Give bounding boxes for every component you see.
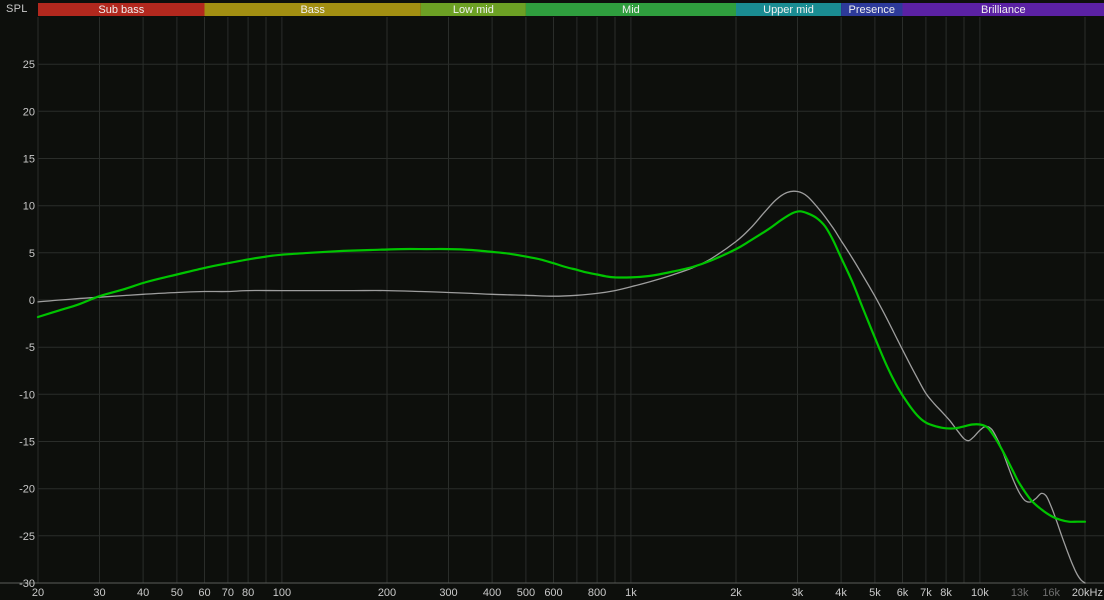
x-tick-label: 30 (93, 587, 105, 599)
x-tick-label: 80 (242, 587, 254, 599)
x-tick-label: 200 (378, 587, 396, 599)
x-tick-label: 3k (792, 587, 804, 599)
x-tick-label: 50 (171, 587, 183, 599)
y-tick-label: 25 (23, 59, 35, 71)
x-tick-label: 70 (222, 587, 234, 599)
band-label-bass: Bass (300, 4, 325, 16)
x-tick-label: 500 (517, 587, 535, 599)
x-tick-label: 16k (1042, 587, 1060, 599)
x-tick-label: 7k (920, 587, 932, 599)
x-tick-label: 20kHz (1072, 587, 1103, 599)
y-tick-label: 20 (23, 106, 35, 118)
band-label-presence: Presence (849, 4, 895, 16)
x-tick-label: 4k (835, 587, 847, 599)
x-tick-label: 13k (1011, 587, 1029, 599)
x-tick-label: 2k (730, 587, 742, 599)
y-tick-label: -15 (19, 437, 35, 449)
x-tick-label: 600 (544, 587, 562, 599)
x-tick-label: 60 (198, 587, 210, 599)
y-tick-label: 10 (23, 201, 35, 213)
band-label-upper-mid: Upper mid (763, 4, 814, 16)
y-tick-label: -5 (25, 342, 35, 354)
band-label-brilliance: Brilliance (981, 4, 1026, 16)
x-tick-label: 10k (971, 587, 989, 599)
x-tick-label: 300 (439, 587, 457, 599)
x-tick-label: 400 (483, 587, 501, 599)
x-tick-label: 800 (588, 587, 606, 599)
spl-axis-title: SPL (6, 3, 28, 15)
x-tick-label: 6k (897, 587, 909, 599)
band-label-sub-bass: Sub bass (98, 4, 144, 16)
x-tick-label: 1k (625, 587, 637, 599)
frequency-response-chart: SPL Sub bass Bass Low mid Mid Upper mid Prese… (0, 0, 1104, 600)
x-tick-label: 8k (940, 587, 952, 599)
y-tick-label: 15 (23, 154, 35, 166)
x-tick-label: 40 (137, 587, 149, 599)
band-label-low-mid: Low mid (453, 4, 494, 16)
x-tick-label: 100 (273, 587, 291, 599)
band-label-mid: Mid (622, 4, 640, 16)
y-tick-label: -25 (19, 531, 35, 543)
y-tick-label: -20 (19, 484, 35, 496)
y-tick-label: -10 (19, 389, 35, 401)
chart-canvas: Sub bass Bass Low mid Mid Upper mid Presence B… (0, 0, 1104, 600)
x-tick-label: 5k (869, 587, 881, 599)
y-tick-label: 0 (29, 295, 35, 307)
x-tick-label: 20 (32, 587, 44, 599)
y-tick-label: 5 (29, 248, 35, 260)
